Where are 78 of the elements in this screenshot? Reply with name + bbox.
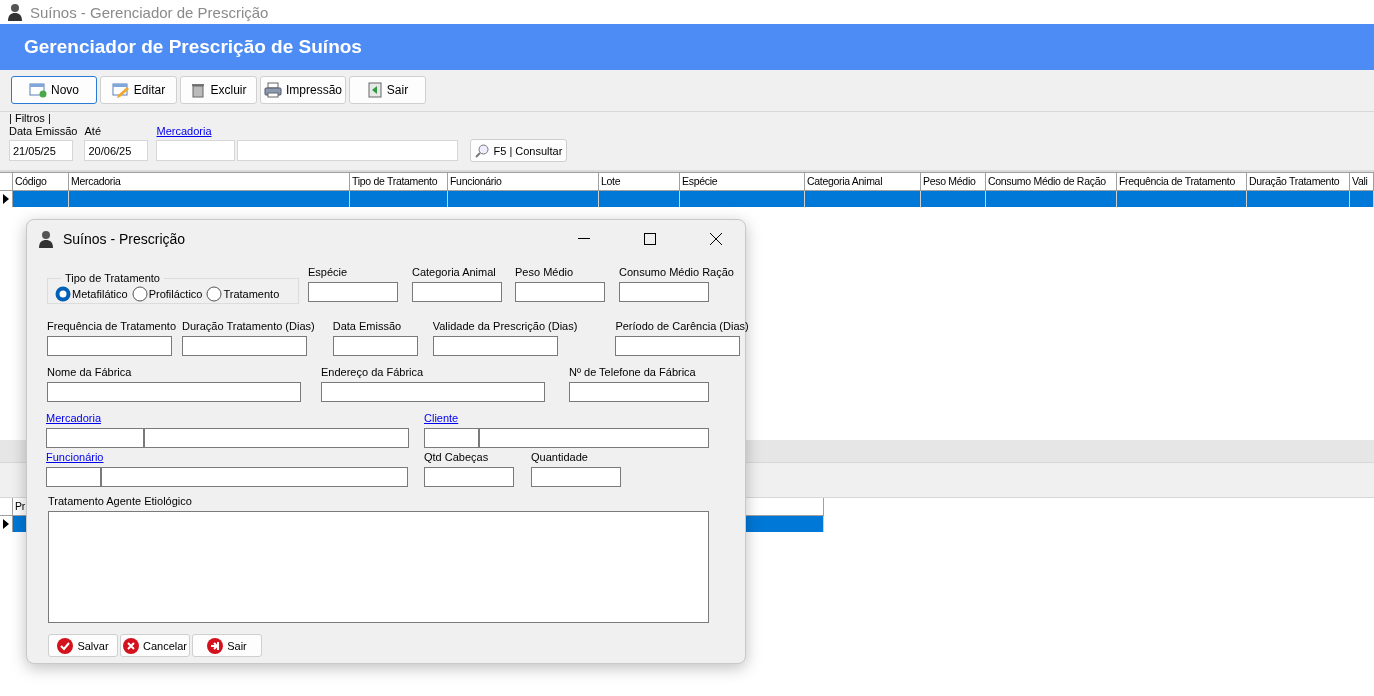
field-label: Duração Tratamento (Dias)	[182, 320, 315, 333]
input-field[interactable]	[308, 282, 398, 302]
name-field[interactable]	[101, 467, 408, 487]
field-label: Data Emissão	[332, 320, 403, 333]
person-icon	[6, 3, 24, 21]
field-label: Validade da Prescrição (Dias)	[432, 320, 578, 333]
dialog-button[interactable]: Cancelar	[120, 634, 190, 657]
check-icon	[57, 637, 74, 654]
row-pointer-icon	[3, 194, 9, 204]
search-icon	[475, 143, 490, 158]
table-cell	[1350, 191, 1374, 207]
row-pointer-icon	[3, 519, 9, 529]
group-title: Tipo de Tratamento	[64, 272, 161, 284]
field-link[interactable]: Funcionário	[46, 451, 408, 464]
field-label: Data Emissão	[9, 125, 78, 138]
toolbar-button[interactable]: Editar	[100, 76, 177, 104]
field-label: Quantidade	[531, 451, 589, 464]
field-label: Endereço da Fábrica	[321, 366, 425, 379]
maximize-icon	[644, 233, 656, 245]
input-field[interactable]	[619, 282, 709, 302]
radio-option[interactable]: Metafilático	[55, 285, 128, 302]
field-label: Qtd Cabeças	[424, 451, 490, 464]
code-field[interactable]	[46, 428, 144, 448]
radio-option[interactable]: Tratamento	[206, 285, 280, 302]
minimize-icon	[578, 238, 590, 240]
search-button[interactable]: F5 | Consultar	[470, 139, 568, 162]
toolbar-button[interactable]: Excluir	[180, 76, 257, 104]
name-field[interactable]	[144, 428, 409, 448]
toolbar-button[interactable]: Novo	[11, 76, 97, 104]
radio-option[interactable]: Profiláctico	[131, 285, 203, 302]
cancel-icon	[123, 637, 139, 654]
filters-title: | Filtros |	[9, 112, 52, 125]
field-link[interactable]: Mercadoria	[156, 125, 459, 138]
field-label: Período de Carência (Dias)	[615, 320, 749, 333]
table-cell	[921, 191, 986, 207]
pencil-window-icon	[111, 82, 130, 98]
code-field[interactable]	[424, 428, 479, 448]
field-label: Até	[84, 125, 102, 138]
input-field[interactable]	[615, 336, 741, 356]
field-label: Nome da Fábrica	[47, 366, 133, 379]
field-label: Frequência de Tratamento	[47, 320, 177, 333]
toolbar-button[interactable]: Impressão	[260, 76, 346, 104]
input-field[interactable]	[321, 382, 545, 402]
input-field[interactable]	[569, 382, 709, 402]
input-field[interactable]	[432, 336, 558, 356]
input-field[interactable]	[424, 467, 514, 487]
field-label: Tratamento Agente Etiológico	[48, 495, 193, 508]
input-field[interactable]	[515, 282, 605, 302]
field-label: Espécie	[308, 266, 349, 279]
input-field[interactable]	[412, 282, 502, 302]
printer-icon	[264, 82, 282, 98]
input-field[interactable]	[47, 382, 301, 402]
date-field[interactable]: 20/06/25	[84, 140, 149, 161]
toolbar-button[interactable]: Sair	[349, 76, 426, 104]
name-field[interactable]	[479, 428, 709, 448]
field-label: Consumo Médio Ração	[619, 266, 734, 279]
text-area[interactable]	[48, 511, 709, 623]
field-label: Nº de Telefone da Fábrica	[569, 366, 697, 379]
close-icon	[710, 233, 722, 245]
input-field[interactable]	[332, 336, 418, 356]
dialog-title: Suínos - Prescrição	[63, 231, 187, 247]
window-plus-icon	[29, 82, 47, 98]
field-link[interactable]: Mercadoria	[46, 412, 409, 425]
person-icon	[37, 230, 55, 248]
input-field[interactable]	[182, 336, 308, 356]
input-field[interactable]	[47, 336, 172, 356]
code-field[interactable]	[46, 467, 101, 487]
input-field[interactable]	[531, 467, 621, 487]
window-title: Suínos - Gerenciador de Prescrição	[30, 3, 269, 21]
exit-icon	[207, 637, 224, 654]
field-label: Categoria Animal	[412, 266, 497, 279]
field-label: Peso Médio	[515, 266, 575, 279]
dialog-button[interactable]: Sair	[192, 634, 262, 657]
date-field[interactable]: 21/05/25	[9, 140, 73, 161]
dialog-button[interactable]: Salvar	[48, 634, 118, 657]
field-link[interactable]: Cliente	[424, 412, 709, 425]
header-title: Gerenciador de Prescrição de Suínos	[24, 36, 362, 58]
trash-icon	[190, 82, 207, 98]
